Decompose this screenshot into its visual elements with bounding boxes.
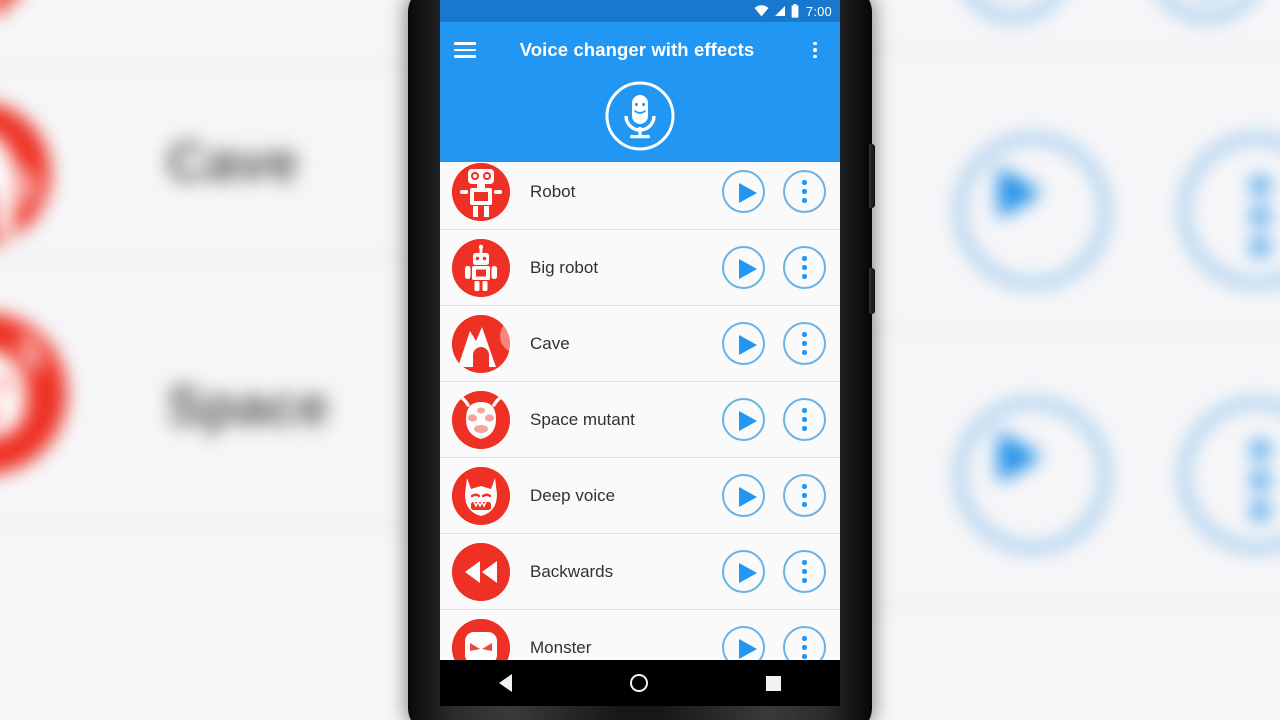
more-options-button[interactable] (783, 246, 826, 289)
background-row-label: Space (166, 375, 330, 437)
more-options-button[interactable] (783, 398, 826, 441)
overflow-menu-icon[interactable] (804, 39, 826, 61)
list-item-label: Cave (530, 333, 570, 353)
background-play-icon (956, 134, 1110, 288)
background-left-panel: Big ro Cave Space (0, 0, 457, 720)
list-item-label: Monster (530, 637, 592, 657)
phone-device-frame: 7:00 Voice changer with effects Robot Bi… (408, 0, 875, 720)
background-avatar (0, 101, 51, 245)
play-button[interactable] (722, 170, 765, 213)
recents-square-icon[interactable] (766, 675, 781, 691)
background-row (844, 52, 1280, 332)
bat-devil-face-icon (452, 466, 510, 525)
status-bar: 7:00 (440, 0, 840, 22)
list-item-label: Big robot (530, 257, 599, 277)
cave-mountain-icon (452, 314, 510, 373)
background-more-icon (1180, 134, 1280, 288)
background-row (844, 0, 1280, 53)
play-button[interactable] (722, 398, 765, 441)
app-title: Voice changer with effects (519, 39, 755, 60)
volume-button[interactable] (869, 144, 875, 208)
more-options-button[interactable] (783, 322, 826, 365)
screenshot-stage: Big ro Cave Space (0, 0, 1280, 720)
robot-face-icon (452, 162, 510, 221)
background-avatar (0, 313, 67, 475)
background-avatar (0, 0, 29, 22)
background-more-icon (1180, 398, 1280, 552)
list-item[interactable]: Deep voice (440, 458, 840, 534)
background-row: Big ro (0, 0, 457, 68)
android-navigation-bar (440, 660, 840, 706)
list-item-label: Robot (530, 181, 576, 201)
rewind-icon (452, 542, 510, 601)
play-button[interactable] (722, 322, 765, 365)
list-item[interactable]: Big robot (440, 230, 840, 306)
effects-list[interactable]: Robot Big robot Cave Space mutant Deep v… (440, 162, 840, 674)
more-options-button[interactable] (783, 170, 826, 213)
wifi-icon (754, 5, 769, 17)
background-more-icon (1150, 0, 1265, 22)
list-item-label: Space mutant (530, 409, 635, 429)
big-robot-icon (452, 238, 510, 297)
power-button[interactable] (869, 268, 875, 314)
more-options-button[interactable] (783, 474, 826, 517)
battery-icon (791, 4, 799, 18)
app-bar: Voice changer with effects (440, 22, 840, 162)
list-item[interactable]: Backwards (440, 534, 840, 610)
background-row (844, 331, 1280, 608)
list-item[interactable]: Robot (440, 162, 840, 230)
background-right-panel (844, 0, 1280, 720)
list-item-label: Backwards (530, 561, 614, 581)
status-bar-time: 7:00 (805, 3, 832, 19)
list-item[interactable]: Cave (440, 306, 840, 382)
alien-mutant-face-icon (452, 390, 510, 449)
background-play-icon (956, 398, 1110, 552)
more-options-button[interactable] (783, 550, 826, 593)
play-button[interactable] (722, 246, 765, 289)
background-row-label: Cave (166, 131, 299, 193)
phone-screen: 7:00 Voice changer with effects Robot Bi… (440, 0, 840, 706)
background-row: Space (0, 260, 457, 529)
app-bar-top-row: Voice changer with effects (440, 22, 840, 78)
signal-icon (774, 5, 786, 17)
background-play-icon (956, 0, 1071, 22)
list-item-label: Deep voice (530, 485, 616, 505)
home-circle-icon[interactable] (630, 674, 648, 692)
back-triangle-icon[interactable] (499, 674, 512, 692)
play-button[interactable] (722, 474, 765, 517)
play-button[interactable] (722, 550, 765, 593)
background-row: Cave (0, 67, 457, 261)
list-item[interactable]: Space mutant (440, 382, 840, 458)
microphone-logo-icon (604, 80, 676, 152)
